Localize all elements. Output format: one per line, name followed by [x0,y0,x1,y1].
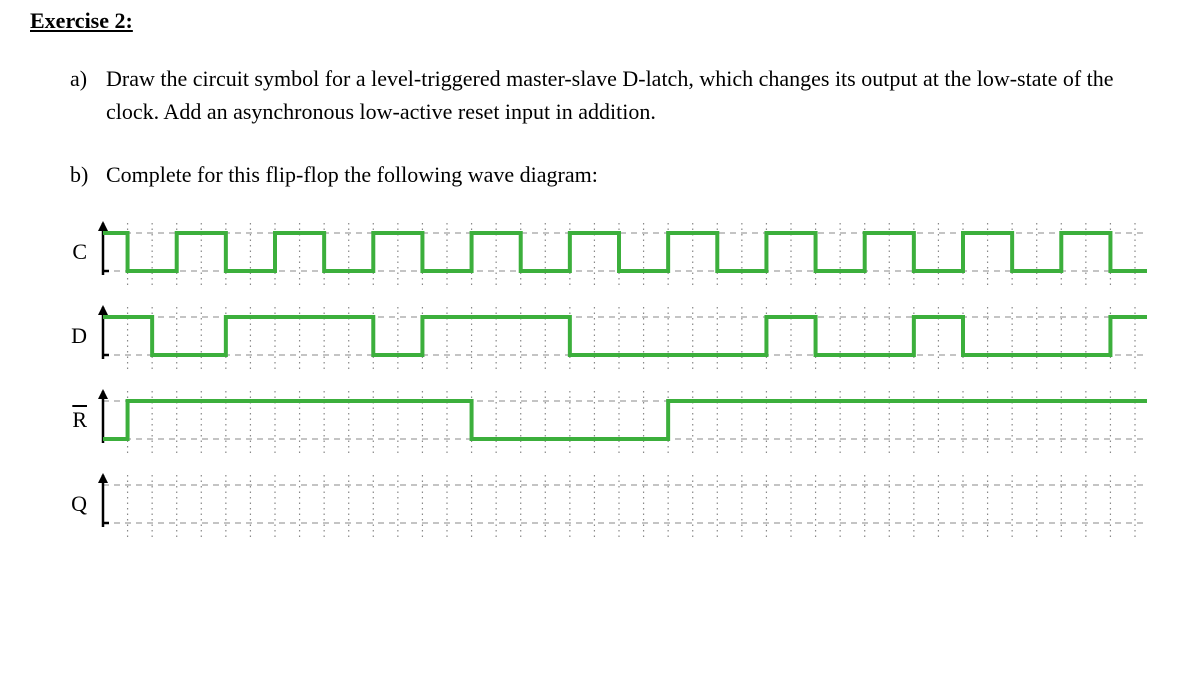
item-marker: b) [70,158,106,191]
wave-label: D [60,305,95,349]
wave-plot [95,473,1155,537]
wave-plot [95,221,1155,285]
wave-label: Q [60,473,95,517]
exercise-list: a) Draw the circuit symbol for a level-t… [70,62,1155,191]
list-item-a: a) Draw the circuit symbol for a level-t… [70,62,1155,128]
item-text: Complete for this flip-flop the followin… [106,158,1155,191]
wave-plot [95,305,1155,369]
list-item-b: b) Complete for this flip-flop the follo… [70,158,1155,191]
exercise-title: Exercise 2: [30,8,1155,34]
wave-label: R [60,389,95,433]
signal-trace [103,401,1147,439]
wave-row: R [60,389,1155,453]
wave-diagram: CDRQ [60,221,1155,537]
wave-label: C [60,221,95,265]
item-text: Draw the circuit symbol for a level-trig… [106,62,1155,128]
item-marker: a) [70,62,106,128]
signal-trace [103,317,1147,355]
wave-row: D [60,305,1155,369]
exercise-page: Exercise 2: a) Draw the circuit symbol f… [0,0,1185,587]
wave-row: C [60,221,1155,285]
wave-plot [95,389,1155,453]
wave-row: Q [60,473,1155,537]
signal-trace [103,233,1147,271]
